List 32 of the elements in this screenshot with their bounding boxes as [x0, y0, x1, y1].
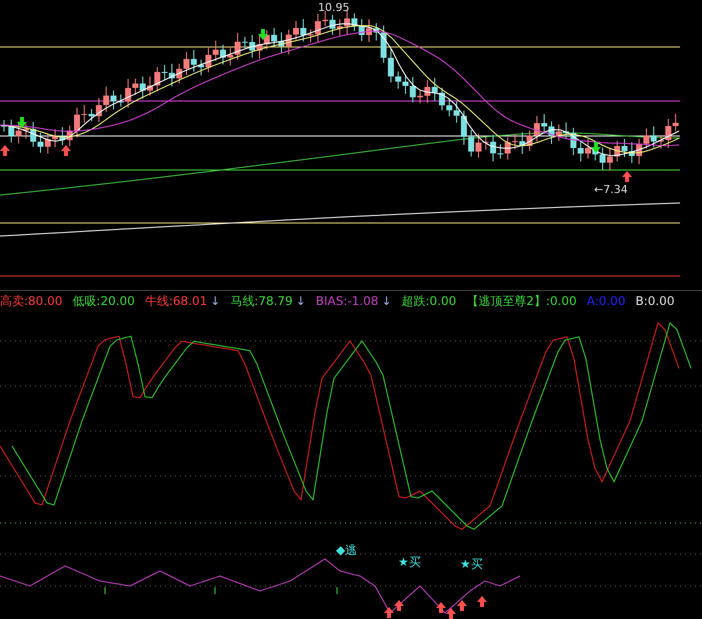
indicator-value: 超跌:0.00 [402, 292, 456, 310]
up-arrow-icon [384, 607, 394, 618]
signal-label: ★买 [398, 555, 421, 569]
down-arrow-icon [591, 142, 601, 153]
signal-label: ◆逃 [336, 543, 358, 557]
tick-mark [336, 586, 338, 594]
indicator-arrow: ↓ [296, 294, 306, 308]
up-arrow-icon [622, 171, 632, 182]
up-arrow-icon [446, 608, 456, 619]
up-arrow-icon [61, 145, 71, 156]
indicator-value: 马线:78.79 [230, 292, 293, 310]
indicator-arrow: ↓ [210, 294, 220, 308]
tick-mark [104, 586, 106, 594]
down-arrow-icon [17, 117, 27, 128]
signal-label: ★买 [460, 557, 483, 571]
indicator-value: 牛线:68.01 [144, 292, 208, 310]
indicator-arrow: ↓ [381, 294, 392, 308]
indicator-value: A:0.00 [586, 294, 626, 308]
price-label: 10.95 [318, 1, 350, 14]
price-label: ←7.34 [594, 183, 628, 196]
tick-mark [214, 586, 216, 594]
indicator-value: 高卖:80.00 [0, 292, 62, 310]
up-arrow-icon [436, 602, 446, 613]
up-arrow-icon [394, 600, 404, 611]
indicator-value: 【逃顶至尊2】:0.00 [466, 292, 577, 310]
up-arrow-icon [0, 145, 10, 156]
indicator-value: BIAS:-1.08 [316, 294, 378, 308]
up-arrow-icon [477, 596, 487, 607]
indicator-value: B:0.00 [635, 294, 674, 308]
down-arrow-icon [258, 29, 268, 40]
indicator-value: 低吸:20.00 [72, 292, 135, 310]
up-arrow-icon [457, 600, 467, 611]
